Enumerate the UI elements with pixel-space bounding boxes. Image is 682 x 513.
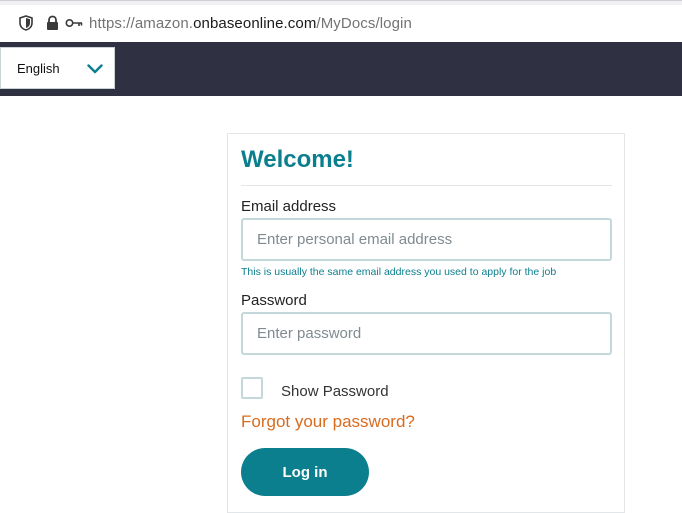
password-label: Password xyxy=(241,292,307,309)
show-password-checkbox[interactable] xyxy=(241,377,263,399)
login-card: Welcome! Email address This is usually t… xyxy=(227,133,625,513)
url-text[interactable]: https://amazon.onbaseonline.com/MyDocs/l… xyxy=(89,15,412,32)
url-path: /MyDocs/login xyxy=(316,14,412,32)
url-prefix: https://amazon. xyxy=(89,14,194,32)
password-field[interactable] xyxy=(241,312,612,355)
address-bar[interactable]: https://amazon.onbaseonline.com/MyDocs/l… xyxy=(0,5,682,41)
lock-icon[interactable] xyxy=(45,15,59,31)
email-helper-text: This is usually the same email address y… xyxy=(241,266,557,278)
show-password-label[interactable]: Show Password xyxy=(281,383,389,400)
shield-icon[interactable] xyxy=(17,14,35,32)
chevron-down-icon xyxy=(87,62,103,74)
login-button[interactable]: Log in xyxy=(241,448,369,496)
card-divider xyxy=(241,185,612,186)
email-label: Email address xyxy=(241,198,337,215)
browser-toolbar: https://amazon.onbaseonline.com/MyDocs/l… xyxy=(0,0,682,43)
page-title: Welcome! xyxy=(241,146,354,173)
forgot-password-link[interactable]: Forgot your password? xyxy=(241,412,415,432)
language-selected-label: English xyxy=(17,60,60,76)
email-field[interactable] xyxy=(241,218,612,261)
url-domain: onbaseonline.com xyxy=(193,14,317,32)
key-icon[interactable] xyxy=(65,16,83,30)
language-select[interactable]: English xyxy=(0,47,115,89)
